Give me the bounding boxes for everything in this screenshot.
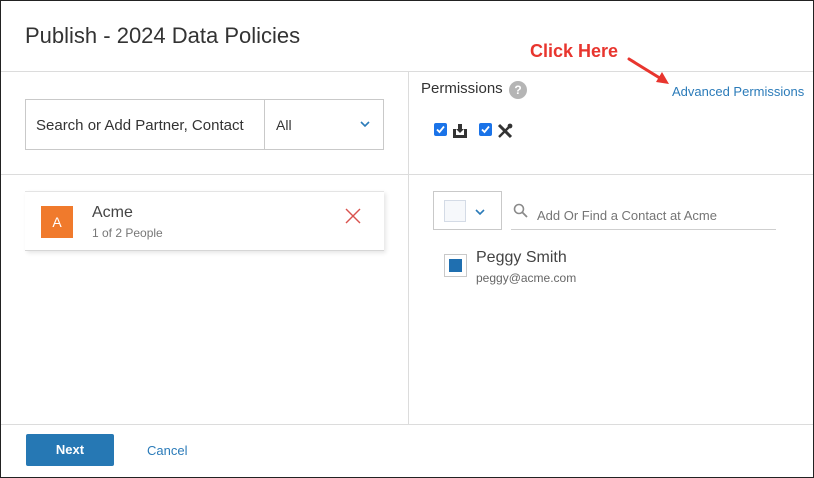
advanced-permissions-link[interactable]: Advanced Permissions bbox=[672, 84, 804, 99]
contact-name: Peggy Smith bbox=[476, 249, 567, 266]
bulk-select-dropdown[interactable] bbox=[433, 191, 502, 230]
partner-people-count: 1 of 2 People bbox=[92, 226, 163, 240]
header-divider bbox=[1, 71, 813, 72]
dialog-title: Publish - 2024 Data Policies bbox=[25, 23, 301, 48]
select-all-checkbox[interactable] bbox=[444, 200, 466, 222]
download-tray-icon bbox=[453, 124, 467, 138]
tools-icon bbox=[497, 123, 513, 139]
publish-dialog: Publish - 2024 Data Policies Search or A… bbox=[0, 0, 814, 478]
partner-card[interactable]: A Acme 1 of 2 People bbox=[25, 191, 384, 251]
partner-filter-select[interactable]: All bbox=[264, 99, 384, 150]
cancel-button[interactable]: Cancel bbox=[147, 443, 187, 458]
callout-arrow-icon bbox=[627, 57, 669, 84]
permission-download-checkbox[interactable] bbox=[434, 123, 447, 136]
next-button[interactable]: Next bbox=[26, 434, 114, 466]
footer-divider bbox=[1, 424, 813, 425]
partner-avatar: A bbox=[41, 206, 73, 238]
contact-search-input[interactable] bbox=[511, 194, 776, 230]
contact-email: peggy@acme.com bbox=[476, 271, 577, 285]
search-icon bbox=[513, 203, 528, 218]
contact-checkbox[interactable] bbox=[444, 254, 467, 277]
filter-value: All bbox=[276, 117, 292, 133]
chevron-down-icon bbox=[360, 121, 370, 128]
search-input[interactable]: Search or Add Partner, Contact bbox=[25, 99, 265, 150]
help-icon[interactable]: ? bbox=[509, 81, 527, 99]
partner-name: Acme bbox=[92, 204, 133, 221]
panel-divider bbox=[408, 71, 409, 424]
chevron-down-icon bbox=[475, 209, 485, 216]
section-divider bbox=[1, 174, 813, 175]
remove-icon[interactable] bbox=[345, 208, 361, 224]
permission-tools-checkbox[interactable] bbox=[479, 123, 492, 136]
contact-checkbox-fill bbox=[449, 259, 462, 272]
permissions-label: Permissions bbox=[421, 80, 503, 97]
click-here-callout: Click Here bbox=[530, 41, 619, 61]
